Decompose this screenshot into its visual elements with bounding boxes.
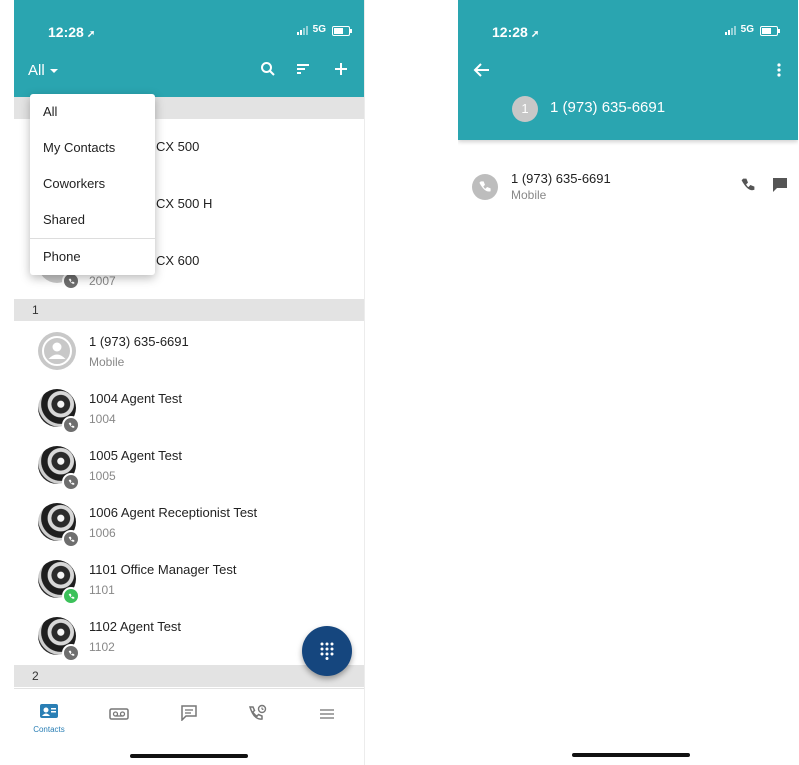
- phone-presence-icon: [62, 530, 80, 548]
- bottom-nav: Contacts: [14, 688, 364, 765]
- phone-number-row[interactable]: 1 (973) 635-6691 Mobile: [458, 165, 798, 213]
- location-arrow-icon: ➚: [86, 29, 96, 40]
- filter-menu: All My Contacts Coworkers Shared Phone: [30, 94, 155, 275]
- dialpad-button[interactable]: [302, 626, 352, 676]
- contact-name: 1101 Office Manager Test: [89, 562, 237, 577]
- contact-name: 1004 Agent Test: [89, 391, 183, 406]
- menu-item-coworkers[interactable]: Coworkers: [30, 166, 155, 202]
- phone-number-type: Mobile: [511, 188, 547, 202]
- message-icon[interactable]: [772, 177, 790, 195]
- filter-label: All: [28, 62, 45, 79]
- phone-presence-icon: [62, 473, 80, 491]
- contact-extension: 1101: [89, 583, 115, 597]
- sort-icon[interactable]: [292, 58, 314, 80]
- menu-item-shared[interactable]: Shared: [30, 202, 155, 238]
- contact-row[interactable]: 1005 Agent Test 1005: [14, 438, 364, 494]
- contact-name: 1005 Agent Test: [89, 448, 183, 463]
- back-arrow-icon[interactable]: [473, 62, 495, 84]
- hamburger-menu-icon: [320, 709, 334, 719]
- menu-item-my-contacts[interactable]: My Contacts: [30, 130, 155, 166]
- network-label: 5G: [740, 24, 754, 35]
- available-presence-icon: [62, 587, 80, 605]
- signal-icon: [297, 26, 308, 35]
- contacts-screen: 12:28➚ 5G All 1 CX 500 CX 500 H CX 600 2…: [14, 0, 365, 765]
- contact-name: 1006 Agent Receptionist Test: [89, 505, 258, 520]
- nav-contacts-label: Contacts: [33, 725, 65, 734]
- contact-name: CX 500: [156, 139, 200, 154]
- contacts-card-icon: [40, 704, 58, 718]
- call-icon[interactable]: [740, 177, 758, 195]
- menu-item-phone[interactable]: Phone: [30, 239, 155, 275]
- message-icon: [181, 705, 197, 722]
- voicemail-icon: [109, 708, 129, 720]
- contact-extension: 2007: [89, 274, 116, 288]
- contact-extension: 1004: [89, 412, 116, 426]
- nav-menu[interactable]: [302, 707, 352, 725]
- contact-extension: 1005: [89, 469, 116, 483]
- person-placeholder-icon: [39, 333, 75, 369]
- contact-title: 1 (973) 635-6691: [550, 99, 666, 116]
- status-time: 12:28 ➚: [492, 24, 540, 40]
- status-bar: 12:28 ➚ 5G: [14, 0, 364, 40]
- contact-avatar: [38, 332, 76, 370]
- phone-presence-icon: [62, 416, 80, 434]
- chevron-down-icon: [49, 68, 58, 73]
- search-icon[interactable]: [257, 58, 279, 80]
- phone-number: 1 (973) 635-6691: [511, 171, 611, 186]
- location-arrow-icon: ➚: [530, 29, 540, 40]
- contact-name: 1102 Agent Test: [89, 619, 182, 634]
- battery-icon: [332, 26, 352, 36]
- home-indicator: [130, 754, 248, 758]
- contact-name: CX 500 H: [156, 196, 213, 211]
- contact-filter-dropdown[interactable]: All: [28, 62, 59, 79]
- battery-icon: [760, 26, 780, 36]
- add-contact-icon[interactable]: [330, 58, 352, 80]
- contact-extension: Mobile: [89, 355, 125, 369]
- section-header: 1: [14, 299, 364, 321]
- call-history-icon: [248, 704, 267, 720]
- contact-extension: 1006: [89, 526, 116, 540]
- more-options-icon[interactable]: [776, 62, 790, 84]
- nav-contacts[interactable]: Contacts: [24, 703, 74, 734]
- phone-presence-icon: [62, 644, 80, 662]
- contact-name: CX 600: [156, 253, 200, 268]
- phone-icon: [472, 174, 498, 200]
- nav-messages[interactable]: [164, 705, 214, 726]
- status-bar: 12:28 ➚ 5G: [458, 0, 798, 40]
- contact-detail-screen: 12:28 ➚ 5G 1 1 (973) 635-6691 1 (973) 635…: [458, 0, 798, 765]
- contact-row[interactable]: 1101 Office Manager Test 1101: [14, 552, 364, 608]
- status-time: 12:28 ➚: [48, 24, 96, 40]
- contact-row[interactable]: 1004 Agent Test 1004: [14, 381, 364, 437]
- contact-extension: 1102: [89, 640, 115, 654]
- home-indicator: [572, 753, 690, 757]
- menu-item-all[interactable]: All: [30, 94, 155, 130]
- nav-voicemail[interactable]: [94, 707, 144, 725]
- signal-icon: [725, 26, 736, 35]
- contact-row[interactable]: 1 (973) 635-6691 Mobile: [14, 324, 364, 380]
- contact-row[interactable]: 1006 Agent Receptionist Test 1006: [14, 495, 364, 551]
- dialpad-icon: [320, 642, 334, 660]
- contact-name: 1 (973) 635-6691: [89, 334, 189, 349]
- network-label: 5G: [312, 24, 326, 35]
- contact-avatar-badge: 1: [512, 96, 538, 122]
- nav-calls[interactable]: [232, 704, 282, 727]
